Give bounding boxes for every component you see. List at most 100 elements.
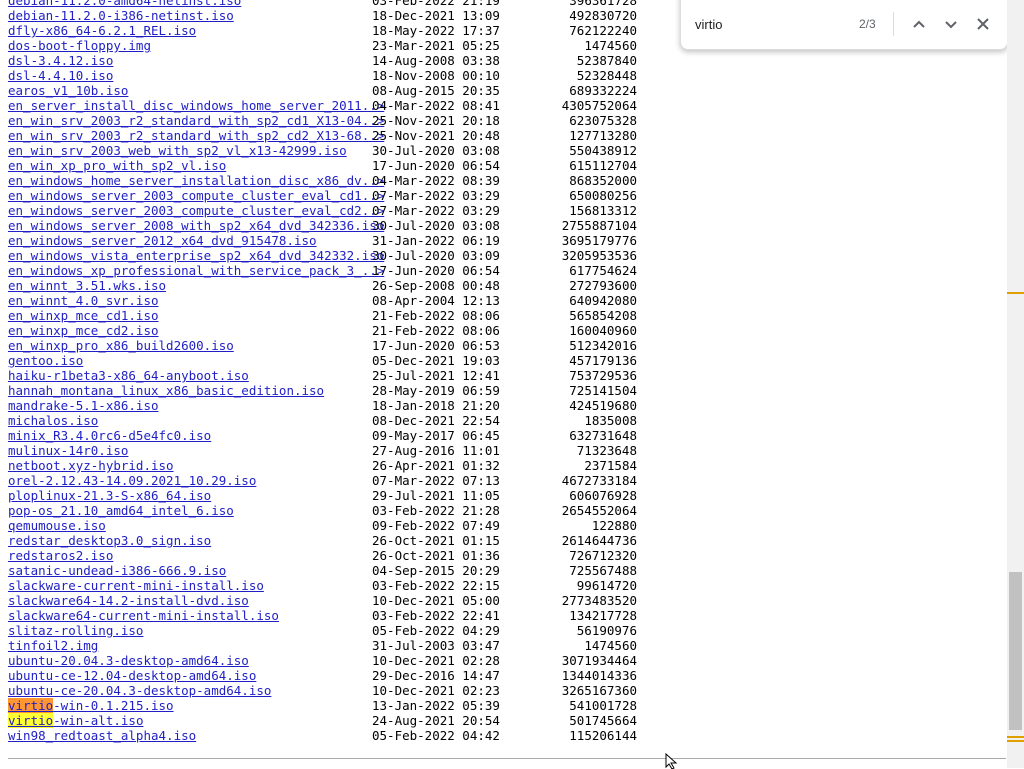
file-link[interactable]: gentoo.iso [8,353,83,368]
file-date: 30-Jul-2020 03:09 [372,248,500,263]
file-size: 56190976 [576,623,637,638]
find-close-button[interactable] [971,12,995,36]
file-link[interactable]: en_windows_home_server_installation_disc… [8,173,384,188]
file-link[interactable]: dfly-x86_64-6.2.1_REL.iso [8,23,196,38]
find-next-button[interactable] [939,12,963,36]
file-link[interactable]: en_win_srv_2003_r2_standard_with_sp2_cd1… [8,113,384,128]
vertical-scrollbar[interactable] [1007,0,1024,768]
file-link[interactable]: en_winxp_pro_x86_build2600.iso [8,338,234,353]
file-date: 23-Mar-2021 05:25 [372,38,500,53]
chevron-down-icon [945,21,957,29]
scrollbar-match-marker [1007,740,1024,742]
file-size: 134217728 [569,608,637,623]
file-size: 115206144 [569,728,637,743]
file-link[interactable]: redstar_desktop3.0_sign.iso [8,533,211,548]
file-size: 725141504 [569,383,637,398]
file-link-rest: -win-alt.iso [53,713,144,728]
file-date: 07-Mar-2022 07:13 [372,473,500,488]
file-date: 31-Jan-2022 06:19 [372,233,500,248]
file-size: 615112704 [569,158,637,173]
scrollbar-thumb[interactable] [1009,572,1022,730]
file-link[interactable]: dos-boot-floppy.img [8,38,151,53]
close-icon [977,18,989,30]
file-link[interactable]: en_windows_server_2008_with_sp2_x64_dvd_… [8,218,384,233]
file-link[interactable]: win98_redtoast_alpha4.iso [8,728,196,743]
file-size: 1835008 [584,413,637,428]
file-link[interactable]: slackware64-14.2-install-dvd.iso [8,593,249,608]
file-link[interactable]: earos_v1_10b.iso [8,83,128,98]
file-link[interactable]: satanic-undead-i386-666.9.iso [8,563,226,578]
file-link[interactable]: ubuntu-20.04.3-desktop-amd64.iso [8,653,249,668]
file-link[interactable]: dsl-3.4.12.iso [8,53,113,68]
file-size: 457179136 [569,353,637,368]
file-link[interactable]: en_winnt_4.0_svr.iso [8,293,159,308]
file-link[interactable]: en_windows_vista_enterprise_sp2_x64_dvd_… [8,248,384,263]
file-size: 650080256 [569,188,637,203]
file-link[interactable]: michalos.iso [8,413,98,428]
find-previous-button[interactable] [907,12,931,36]
file-link[interactable]: en_windows_server_2003_compute_cluster_e… [8,203,384,218]
file-link[interactable]: hannah_montana_linux_x86_basic_edition.i… [8,383,324,398]
file-link[interactable]: en_winxp_mce_cd1.iso [8,308,159,323]
file-link[interactable]: en_server_install_disc_windows_home_serv… [8,98,384,113]
file-date: 09-Feb-2022 07:49 [372,518,500,533]
file-date: 07-Mar-2022 03:29 [372,203,500,218]
file-size: 2371584 [584,458,637,473]
file-size: 272793600 [569,278,637,293]
file-date: 07-Mar-2022 03:29 [372,188,500,203]
file-size: 160040960 [569,323,637,338]
file-date: 29-Jul-2021 11:05 [372,488,500,503]
file-size: 122880 [591,518,637,533]
file-link[interactable]: mulinux-14r0.iso [8,443,128,458]
file-link[interactable]: haiku-r1beta3-x86_64-anyboot.iso [8,368,249,383]
file-date: 03-Feb-2022 21:28 [372,503,500,518]
file-date: 04-Mar-2022 08:41 [372,98,500,113]
file-size: 550438912 [569,143,637,158]
file-size: 541001728 [569,698,637,713]
file-date: 03-Feb-2022 22:41 [372,608,500,623]
file-link[interactable]: tinfoil2.img [8,638,98,653]
scrollbar-match-marker [1007,292,1024,294]
file-link[interactable]: qemumouse.iso [8,518,106,533]
file-date: 04-Mar-2022 08:39 [372,173,500,188]
file-date: 05-Feb-2022 04:42 [372,728,500,743]
file-link[interactable]: virtio-win-0.1.215.iso [8,698,174,713]
file-link[interactable]: debian-11.2.0-i386-netinst.iso [8,8,234,23]
file-size: 127713280 [569,128,637,143]
file-link[interactable]: virtio-win-alt.iso [8,713,143,728]
file-link[interactable]: ubuntu-ce-12.04-desktop-amd64.iso [8,668,256,683]
file-link[interactable]: en_win_srv_2003_web_with_sp2_vl_x13-4299… [8,143,347,158]
file-size: 3071934464 [561,653,637,668]
file-link[interactable]: en_windows_xp_professional_with_service_… [8,263,384,278]
file-date: 10-Dec-2021 02:28 [372,653,500,668]
bottom-divider [8,758,1006,759]
file-link[interactable]: ubuntu-ce-20.04.3-desktop-amd64.iso [8,683,271,698]
file-link[interactable]: en_win_xp_pro_with_sp2_vl.iso [8,158,226,173]
file-link[interactable]: slitaz-rolling.iso [8,623,143,638]
file-size: 52387840 [576,53,637,68]
find-match-count: 2/3 [859,17,876,31]
file-link[interactable]: redstaros2.iso [8,548,113,563]
file-date: 09-May-2017 06:45 [372,428,500,443]
file-link[interactable]: minix_R3.4.0rc6-d5e4fc0.iso [8,428,211,443]
file-date: 05-Feb-2022 04:29 [372,623,500,638]
file-link[interactable]: slackware-current-mini-install.iso [8,578,264,593]
file-link[interactable]: en_winxp_mce_cd2.iso [8,323,159,338]
file-link[interactable]: dsl-4.4.10.iso [8,68,113,83]
file-link[interactable]: netboot.xyz-hybrid.iso [8,458,174,473]
file-link[interactable]: en_winnt_3.51.wks.iso [8,278,166,293]
file-link[interactable]: pop-os_21.10_amd64_intel_6.iso [8,503,234,518]
file-link[interactable]: en_win_srv_2003_r2_standard_with_sp2_cd2… [8,128,384,143]
file-link[interactable]: orel-2.12.43-14.09.2021_10.29.iso [8,473,256,488]
file-link[interactable]: debian-11.2.0-amd64-netinst.iso [8,0,241,8]
file-link[interactable]: en_windows_server_2012_x64_dvd_915478.is… [8,233,317,248]
file-size: 753729536 [569,368,637,383]
file-link[interactable]: slackware64-current-mini-install.iso [8,608,279,623]
file-link[interactable]: ploplinux-21.3-S-x86_64.iso [8,488,211,503]
file-date: 25-Jul-2021 12:41 [372,368,500,383]
file-link[interactable]: mandrake-5.1-x86.iso [8,398,159,413]
file-date: 31-Jul-2003 03:47 [372,638,500,653]
find-input[interactable] [695,15,855,33]
file-link[interactable]: en_windows_server_2003_compute_cluster_e… [8,188,384,203]
scrollbar-match-marker [1007,736,1024,738]
